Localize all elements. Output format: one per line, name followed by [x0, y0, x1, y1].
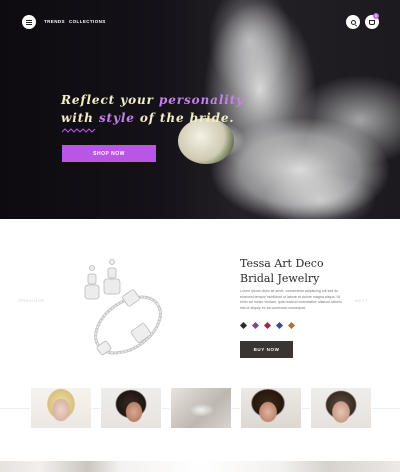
thumbnail-bride-forehead-jewel[interactable]: [310, 387, 372, 429]
next-product-link[interactable]: NEXT: [355, 298, 368, 303]
buy-now-button[interactable]: BUY NOW: [240, 341, 293, 358]
thumbnail-bride-brunette-tiara[interactable]: [100, 387, 162, 429]
product-description: Lorem ipsum dolor sit amet, consectetur …: [240, 289, 342, 310]
thumbnail-crystal-bracelet[interactable]: [170, 387, 232, 429]
nav-collections[interactable]: COLLECTIONS: [69, 19, 106, 24]
nav-trends[interactable]: TRENDS: [44, 19, 65, 24]
product-title: Tessa Art Deco Bridal Jewelry: [240, 257, 324, 285]
swatch-burgundy[interactable]: [263, 321, 272, 330]
headline-accent-style: style: [98, 111, 135, 125]
search-button[interactable]: [346, 15, 360, 29]
thumbnail-bride-side-comb[interactable]: [240, 387, 302, 429]
swatch-black[interactable]: [239, 321, 248, 330]
menu-button[interactable]: [22, 15, 36, 29]
swatch-purple[interactable]: [251, 321, 260, 330]
cart-count-badge: 0: [373, 13, 379, 19]
decorative-squiggle-icon: [62, 128, 96, 133]
jewelry-product-image: [84, 259, 162, 356]
headline-accent-personality: personality: [158, 93, 245, 107]
shop-now-button[interactable]: SHOP NOW: [62, 145, 156, 162]
shopping-bag-icon: [369, 19, 375, 25]
hamburger-icon: [26, 19, 32, 25]
swatch-amber[interactable]: [287, 321, 296, 330]
previous-product-link[interactable]: PREVIOUS: [19, 298, 44, 303]
swatch-navy[interactable]: [275, 321, 284, 330]
next-section-preview: [0, 461, 400, 472]
thumbnail-gallery: [30, 387, 372, 429]
color-swatches: [239, 321, 296, 330]
hero-headline: Reflect your personality with style of t…: [61, 93, 245, 125]
thumbnail-bride-blonde-headpiece[interactable]: [30, 387, 92, 429]
search-icon: [350, 19, 356, 25]
